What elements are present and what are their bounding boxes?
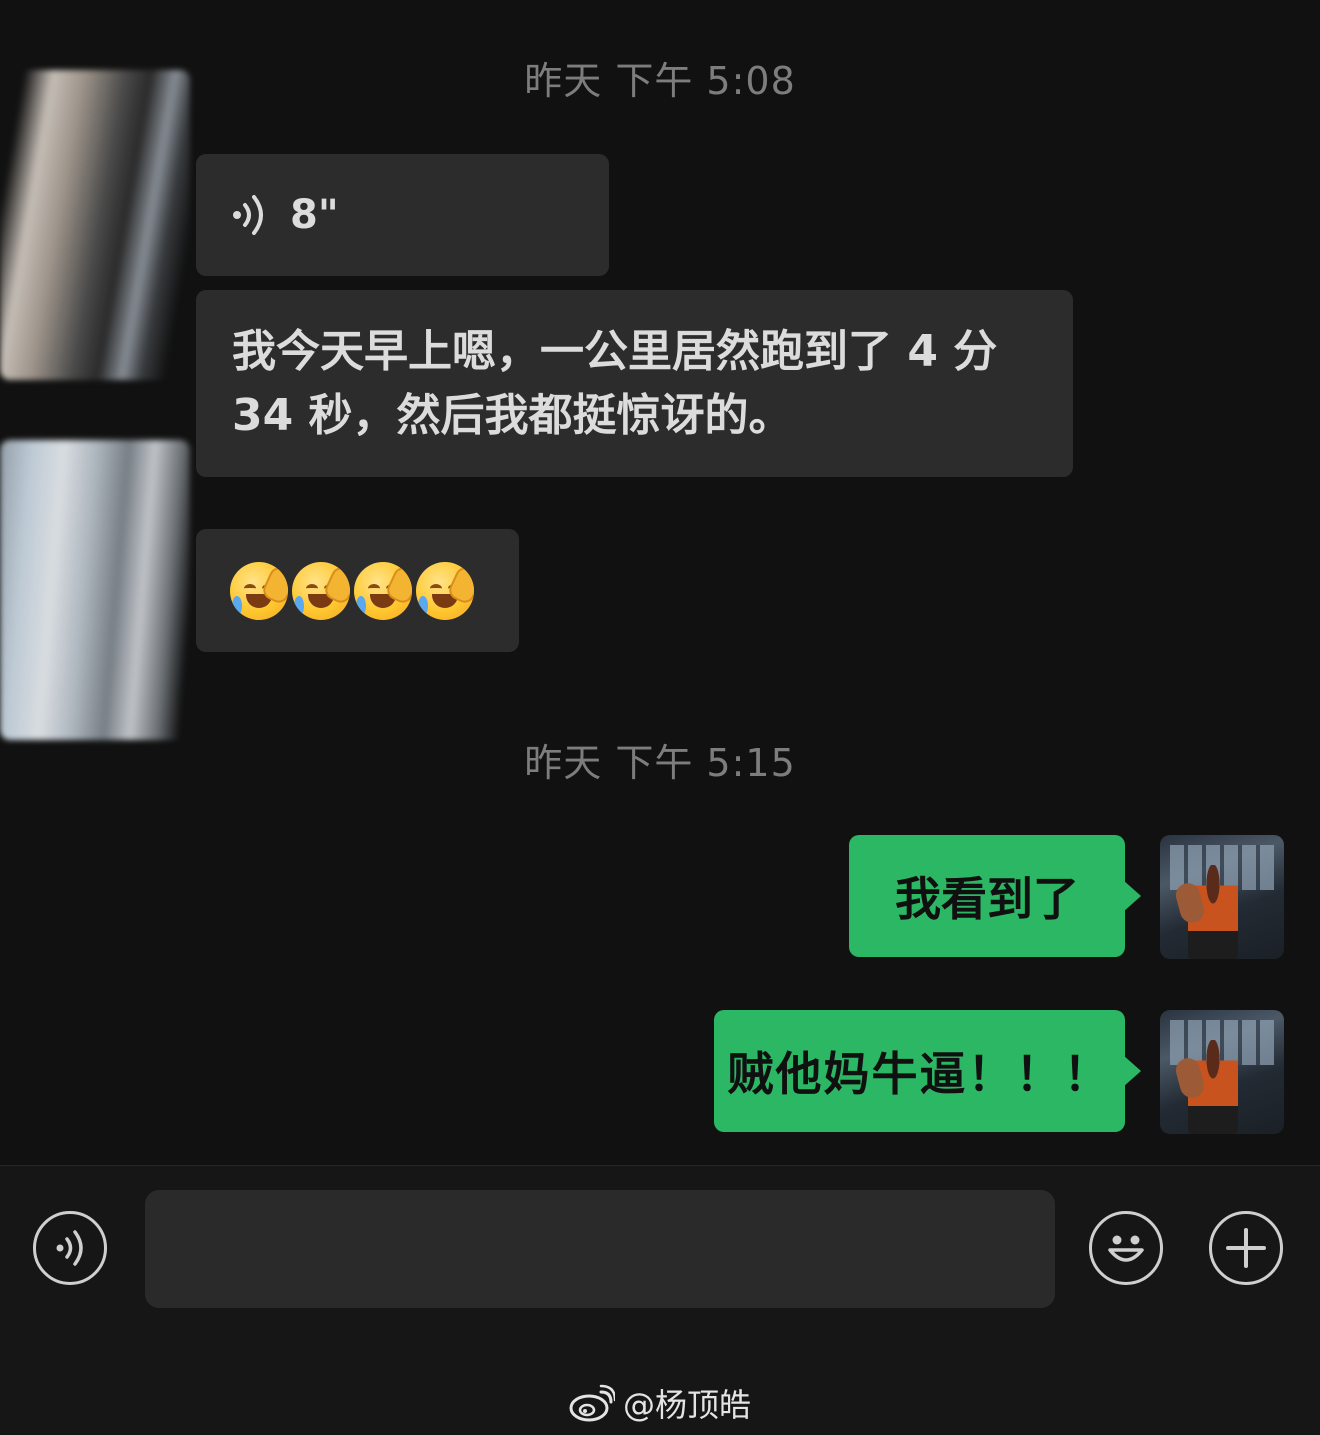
voice-wave-icon <box>232 193 268 237</box>
user-avatar[interactable] <box>1160 835 1284 959</box>
sent-message-bubble[interactable]: 我看到了 <box>849 835 1141 957</box>
crying-laughing-emoji-icon <box>230 561 288 620</box>
watermark-text: @杨顶皓 <box>622 1386 751 1424</box>
weibo-logo-icon <box>569 1384 615 1422</box>
voice-input-button[interactable] <box>33 1211 107 1285</box>
emoji-picker-button[interactable] <box>1089 1211 1163 1285</box>
smiley-icon <box>1108 1235 1144 1262</box>
message-input[interactable] <box>145 1190 1055 1308</box>
contact-avatar[interactable] <box>0 70 190 380</box>
watermark: @杨顶皓 <box>0 1380 1320 1426</box>
sent-message-bubble[interactable]: 贼他妈牛逼！！！ <box>714 1010 1141 1132</box>
contact-avatar[interactable] <box>0 440 190 740</box>
user-avatar[interactable] <box>1160 1010 1284 1134</box>
more-actions-button[interactable] <box>1209 1211 1283 1285</box>
voice-message-bubble[interactable]: 8" <box>196 154 609 276</box>
crying-laughing-emoji-icon <box>354 561 412 620</box>
timestamp-2: 昨天 下午 5:15 <box>524 741 796 785</box>
voice-icon <box>56 1230 83 1266</box>
plus-icon <box>1226 1228 1266 1268</box>
voice-duration: 8" <box>290 192 339 238</box>
crying-laughing-emoji-icon <box>416 561 474 620</box>
emoji-message-bubble[interactable] <box>196 529 519 652</box>
crying-laughing-emoji-icon <box>292 561 350 620</box>
text-message-bubble[interactable]: 我今天早上嗯，一公里居然跑到了 4 分 34 秒，然后我都挺惊讶的。 <box>196 290 1073 477</box>
timestamp-1: 昨天 下午 5:08 <box>524 59 796 103</box>
